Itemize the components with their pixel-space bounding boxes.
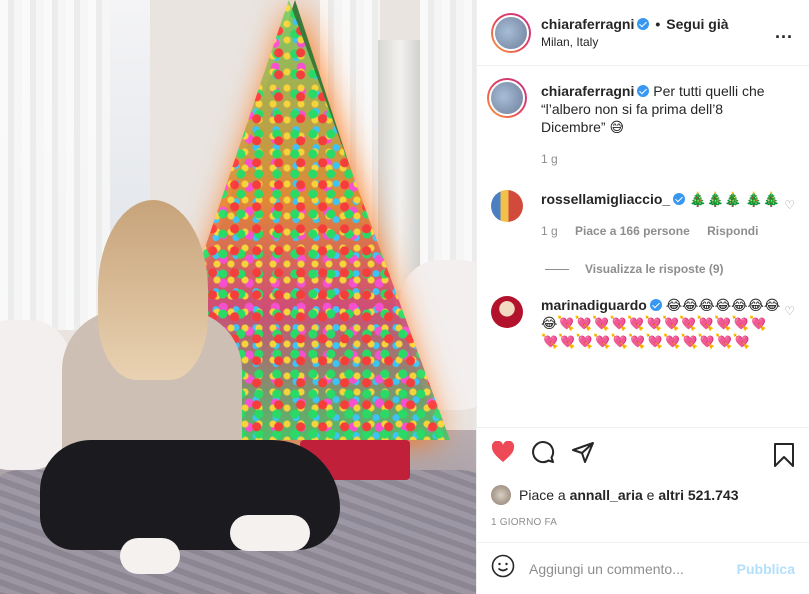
reply-button[interactable]: Rispondi [707, 224, 758, 238]
comment-avatar[interactable] [491, 190, 523, 222]
comment-body: rossellamigliaccio_ 🎄🎄🎄 🎄🎄 1 g Piace a 1… [541, 190, 781, 240]
caption-body: chiaraferragni Per tutti quelli che “l’a… [541, 82, 781, 168]
action-bar [477, 427, 809, 481]
post-date[interactable]: 1 GIORNO FA [477, 505, 809, 542]
comment-avatar[interactable] [491, 296, 523, 328]
comment-meta: 1 g Piace a 166 persone Rispondi [541, 222, 781, 240]
sofa-left [0, 320, 70, 470]
caption: chiaraferragni Per tutti quelli che “l’a… [487, 78, 795, 168]
likes-others[interactable]: altri 521.743 [658, 487, 738, 503]
liker-username[interactable]: annall_aria [570, 487, 643, 503]
header-text: chiaraferragni • Segui già Milan, Italy [541, 15, 729, 51]
comment-username[interactable]: rossellamigliaccio_ [541, 191, 670, 207]
post-header: chiaraferragni • Segui già Milan, Italy ..… [477, 0, 809, 66]
comment-like-heart-icon[interactable]: ♡ [784, 198, 795, 212]
comment-like-heart-icon[interactable]: ♡ [784, 304, 795, 318]
comments-section: chiaraferragni Per tutti quelli che “l’a… [477, 66, 809, 427]
follow-button[interactable]: Segui già [666, 16, 728, 32]
replies-divider [545, 268, 569, 270]
avatar[interactable] [491, 12, 531, 53]
comment: rossellamigliaccio_ 🎄🎄🎄 🎄🎄 1 g Piace a 1… [491, 190, 795, 240]
likes-connector: e [646, 487, 655, 503]
separator-dot: • [655, 15, 661, 32]
more-icon[interactable]: ... [775, 22, 793, 43]
instagram-post: chiaraferragni • Segui già Milan, Italy ..… [0, 0, 809, 594]
caption-avatar[interactable] [487, 78, 527, 118]
view-replies-label: Visualizza le risposte (9) [585, 262, 724, 276]
publish-button[interactable]: Pubblica [737, 561, 795, 577]
comment-text: 🎄🎄🎄 🎄🎄 [689, 191, 781, 207]
liker-avatar[interactable] [491, 485, 511, 505]
likes-summary: Piace a annall_aria e altri 521.743 [477, 481, 809, 505]
caption-username[interactable]: chiaraferragni [541, 83, 634, 99]
comment-input[interactable] [529, 560, 737, 577]
caption-age[interactable]: 1 g [541, 152, 558, 166]
post-sidebar: chiaraferragni • Segui già Milan, Italy ..… [476, 0, 809, 594]
comment-username[interactable]: marinadiguardo [541, 297, 647, 313]
verified-icon [673, 193, 686, 205]
view-replies-button[interactable]: Visualizza le risposte (9) [545, 262, 795, 276]
add-comment-bar: Pubblica [477, 542, 809, 594]
comment-likes[interactable]: Piace a 166 persone [575, 224, 690, 238]
header-username[interactable]: chiaraferragni [541, 16, 634, 32]
comment-age[interactable]: 1 g [541, 224, 558, 238]
verified-icon [637, 17, 650, 30]
share-icon[interactable] [571, 440, 595, 469]
verified-icon [649, 299, 662, 311]
heart-icon[interactable] [491, 440, 515, 468]
sock-right [230, 515, 310, 551]
verified-icon [637, 85, 650, 97]
woman-hair [98, 200, 208, 380]
location-link[interactable]: Milan, Italy [541, 33, 729, 51]
bookmark-icon[interactable] [773, 443, 795, 470]
likes-prefix: Piace a [519, 487, 566, 503]
post-photo[interactable] [0, 0, 476, 594]
comment-body: marinadiguardo 😂😂😂😂😂😂😂😂💘💘💘💘💘💘💘💘💘💘💘💘💘💘💘💘💘… [541, 296, 781, 350]
comment: marinadiguardo 😂😂😂😂😂😂😂😂💘💘💘💘💘💘💘💘💘💘💘💘💘💘💘💘💘… [491, 296, 795, 350]
sock-left [120, 538, 180, 574]
comment-icon[interactable] [531, 440, 555, 469]
curtain-left [0, 0, 110, 330]
caption-meta: 1 g [541, 150, 781, 168]
emoji-icon[interactable] [491, 554, 515, 584]
